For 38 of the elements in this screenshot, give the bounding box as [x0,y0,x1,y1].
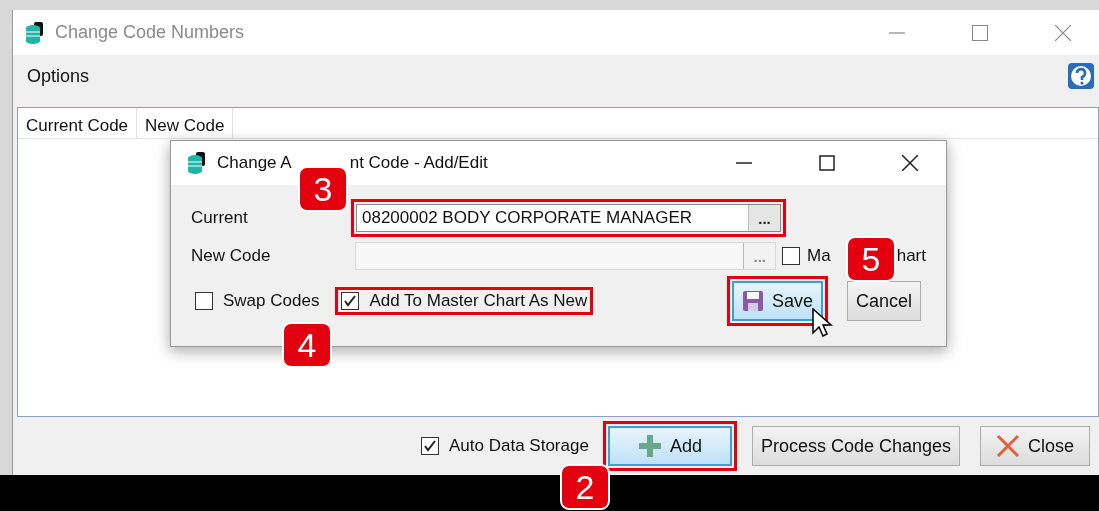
dialog-title: nt Code - Add/Edit [349,153,488,173]
database-icon [187,151,207,175]
step-badge: 4 [282,322,332,368]
help-icon[interactable] [1067,62,1095,90]
checkbox-box[interactable] [421,437,439,455]
browse-button[interactable]: ... [748,205,780,231]
auto-data-storage-checkbox[interactable]: Auto Data Storage [417,434,593,458]
step-badge: 2 [560,464,610,510]
step-badge: 5 [846,236,896,282]
swap-codes-checkbox[interactable]: Swap Codes [191,289,324,313]
check-icon [343,294,358,308]
current-code-field[interactable]: 08200002 BODY CORPORATE MANAGER ... [356,204,781,232]
save-button[interactable]: Save [731,281,823,321]
column-header[interactable]: New Code [137,108,234,138]
cursor-icon [812,308,834,338]
checkbox-box[interactable] [195,292,213,310]
dialog-title: Change A [217,153,292,173]
cancel-button[interactable]: Cancel [846,281,921,321]
master-chart-checkbox[interactable] [782,247,801,265]
plus-icon [637,434,662,458]
close-button[interactable]: Close [980,426,1090,466]
close-icon [996,434,1020,458]
close-icon[interactable] [901,155,918,171]
field-label: New Code [191,246,272,266]
maximize-icon[interactable] [818,155,835,171]
window-title: Change Code Numbers [55,22,246,43]
add-to-master-checkbox[interactable]: Add To Master Chart As New [337,289,592,313]
checkbox-label: hart [896,246,926,266]
maximize-icon[interactable] [971,24,988,41]
step-badge: 3 [298,166,348,212]
database-icon [25,20,45,45]
checkbox-label: Ma [807,246,831,266]
check-icon [423,439,437,453]
field-label: Current [191,208,249,228]
add-button[interactable]: Add [607,426,732,466]
process-button[interactable]: Process Code Changes [751,426,960,466]
checkbox-box[interactable] [341,292,360,310]
column-header[interactable]: Current Code [18,108,138,138]
